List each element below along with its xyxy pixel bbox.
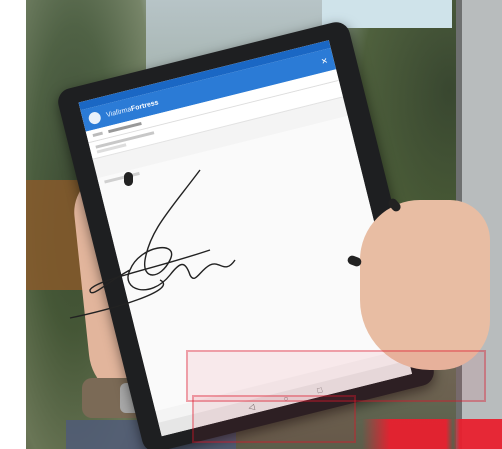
handwritten-signature [69,169,236,319]
brand-mark [362,419,502,449]
app-title-bold: Fortress [130,98,160,113]
highlight-frame-2 [192,395,356,443]
document-id-placeholder [92,131,103,137]
signature-stroke [69,169,236,319]
right-hand [360,200,490,370]
app-logo-icon [87,110,103,126]
close-icon[interactable]: ✕ [320,56,329,66]
app-title-light: Viafirma [105,105,133,119]
photo-scene: ViafirmaFortress ✕ ◁ ○ □ [0,0,502,449]
fingernail-left [124,172,133,186]
